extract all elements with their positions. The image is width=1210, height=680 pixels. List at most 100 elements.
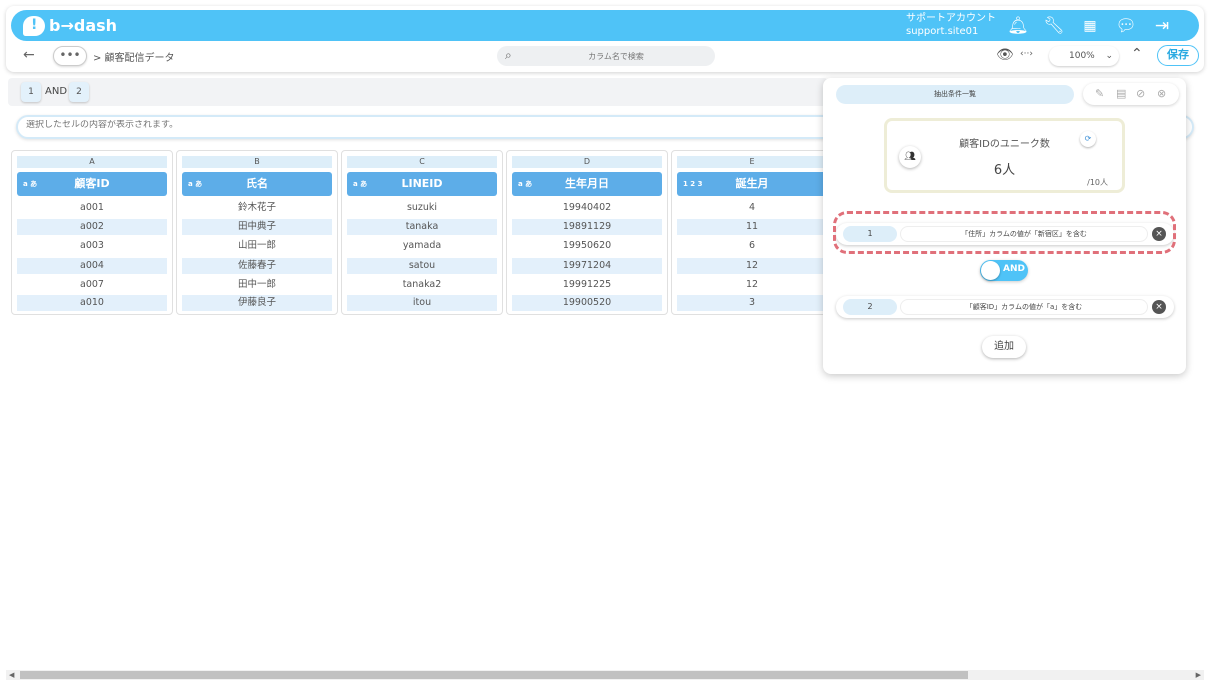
column-header[interactable]: 1 2 3 誕生月 [677, 172, 827, 196]
column-c: C a あ LINEID suzuki tanaka yamada satou … [341, 150, 503, 315]
account-site: support.site01 [906, 26, 979, 37]
table-cell[interactable]: a001 [17, 200, 167, 216]
table-cell[interactable]: itou [347, 295, 497, 311]
table-cell[interactable]: 4 [677, 200, 827, 216]
horizontal-scrollbar[interactable]: ◀ ▶ [6, 670, 1204, 680]
table-cell[interactable]: yamada [347, 238, 497, 254]
column-header[interactable]: a あ 生年月日 [512, 172, 662, 196]
clear-icon[interactable]: ⊗ [1157, 87, 1166, 100]
hide-icon[interactable]: ⊘ [1136, 87, 1145, 100]
zoom-select[interactable]: 100% ⌄ [1049, 46, 1119, 66]
column-header[interactable]: a あ 顧客ID [17, 172, 167, 196]
grid-icon[interactable]: ▦ [1079, 15, 1101, 37]
column-search: ⌕ [497, 46, 715, 66]
table-cell[interactable]: a004 [17, 258, 167, 274]
text-type-icon: a あ [23, 180, 38, 188]
scroll-thumb[interactable] [20, 671, 968, 679]
zoom-value: 100% [1069, 51, 1095, 61]
breadcrumb: > 顧客配信データ [93, 53, 175, 64]
add-condition-button[interactable]: 追加 [982, 336, 1026, 358]
table-cell[interactable]: 19950620 [512, 238, 662, 254]
column-header[interactable]: a あ LINEID [347, 172, 497, 196]
document-icon[interactable]: ▤ [1116, 87, 1126, 100]
column-name: 誕生月 [735, 177, 769, 190]
unique-count-card: 👥︎ ⟳ 顧客IDのユニーク数 6人 /10人 [884, 118, 1125, 193]
table-cell[interactable]: 12 [677, 277, 827, 293]
toggle-knob [981, 261, 1000, 280]
column-letter[interactable]: E [677, 156, 827, 168]
column-letter[interactable]: A [17, 156, 167, 168]
code-icon[interactable]: ‹··› [1020, 49, 1033, 59]
remove-condition-icon[interactable]: × [1152, 300, 1166, 314]
table-cell[interactable]: 19940402 [512, 200, 662, 216]
logo[interactable]: b→dash [23, 15, 118, 36]
save-button[interactable]: 保存 [1157, 45, 1199, 66]
table-cell[interactable]: a003 [17, 238, 167, 254]
table-cell[interactable]: 11 [677, 219, 827, 235]
cell-content-input[interactable] [26, 120, 626, 130]
bell-icon[interactable]: 🔔︎ [1007, 15, 1029, 37]
logo-text: b→dash [49, 16, 118, 35]
column-e: E 1 2 3 誕生月 4 11 6 12 12 3 [671, 150, 833, 315]
table-cell[interactable]: 6 [677, 238, 827, 254]
table-cell[interactable]: 田中典子 [182, 219, 332, 235]
table-cell[interactable]: 12 [677, 258, 827, 274]
unique-count-value: 6人 [993, 163, 1016, 178]
table-cell[interactable]: 鈴木花子 [182, 200, 332, 216]
sub-toolbar: ← ••• > 顧客配信データ ⌕ 👁︎ ‹··› 100% ⌄ ⌃ 保存 [11, 44, 1199, 68]
condition-summary-bar: 1 AND 2 [8, 78, 828, 106]
eye-icon[interactable]: 👁︎ [996, 47, 1014, 63]
column-letter[interactable]: D [512, 156, 662, 168]
condition-number: 2 [843, 299, 897, 315]
toggle-label: AND [1003, 264, 1025, 274]
chevron-up-icon[interactable]: ⌃ [1131, 46, 1143, 62]
back-arrow-icon[interactable]: ← [23, 47, 35, 63]
table-cell[interactable]: 19991225 [512, 277, 662, 293]
top-bar: b→dash サポートアカウント support.site01 🔔︎ 🔧︎ ▦ … [11, 10, 1199, 41]
condition-chip-1[interactable]: 1 [21, 82, 41, 102]
table-cell[interactable]: 山田一郎 [182, 238, 332, 254]
chat-help-icon[interactable]: 💬︎ [1115, 15, 1137, 37]
and-or-toggle[interactable]: AND [980, 260, 1028, 281]
table-cell[interactable]: 19971204 [512, 258, 662, 274]
scroll-left-icon[interactable]: ◀ [9, 670, 14, 680]
table-cell[interactable]: a002 [17, 219, 167, 235]
number-type-icon: 1 2 3 [683, 180, 703, 188]
table-cell[interactable]: satou [347, 258, 497, 274]
table-cell[interactable]: a010 [17, 295, 167, 311]
chevron-down-icon: ⌄ [1105, 51, 1113, 61]
column-a: A a あ 顧客ID a001 a002 a003 a004 a007 a010 [11, 150, 173, 315]
unique-count-title: 顧客IDのユニーク数 [959, 139, 1050, 150]
table-cell[interactable]: 佐藤春子 [182, 258, 332, 274]
table-cell[interactable]: 3 [677, 295, 827, 311]
column-letter[interactable]: B [182, 156, 332, 168]
table-cell[interactable]: 19900520 [512, 295, 662, 311]
column-b: B a あ 氏名 鈴木花子 田中典子 山田一郎 佐藤春子 田中一郎 伊藤良子 [176, 150, 338, 315]
text-type-icon: a あ [188, 180, 203, 188]
column-letter[interactable]: C [347, 156, 497, 168]
table-cell[interactable]: suzuki [347, 200, 497, 216]
table-cell[interactable]: 伊藤良子 [182, 295, 332, 311]
scroll-right-icon[interactable]: ▶ [1196, 670, 1201, 680]
text-type-icon: a あ [518, 180, 533, 188]
account-info[interactable]: サポートアカウント support.site01 [906, 12, 996, 38]
column-search-input[interactable] [521, 48, 711, 64]
logout-icon[interactable]: ⇥ [1151, 15, 1173, 37]
column-name: 生年月日 [565, 177, 609, 190]
condition-and-label: AND [45, 86, 68, 97]
paint-icon[interactable]: ✎ [1095, 87, 1104, 100]
table-cell[interactable]: 19891129 [512, 219, 662, 235]
condition-row-2[interactable]: 2 「顧客ID」カラムの値が「a」を含む × [836, 296, 1174, 318]
condition-text[interactable]: 「顧客ID」カラムの値が「a」を含む [900, 299, 1148, 315]
table-cell[interactable]: tanaka [347, 219, 497, 235]
table-cell[interactable]: 田中一郎 [182, 277, 332, 293]
tab-filter-list[interactable]: 抽出条件一覧 [836, 85, 1074, 104]
column-header[interactable]: a あ 氏名 [182, 172, 332, 196]
more-button[interactable]: ••• [53, 46, 87, 66]
unique-count-total: /10人 [1087, 178, 1108, 187]
account-name: サポートアカウント [906, 13, 996, 24]
table-cell[interactable]: tanaka2 [347, 277, 497, 293]
condition-chip-2[interactable]: 2 [69, 82, 89, 102]
wrench-icon[interactable]: 🔧︎ [1043, 15, 1065, 37]
table-cell[interactable]: a007 [17, 277, 167, 293]
